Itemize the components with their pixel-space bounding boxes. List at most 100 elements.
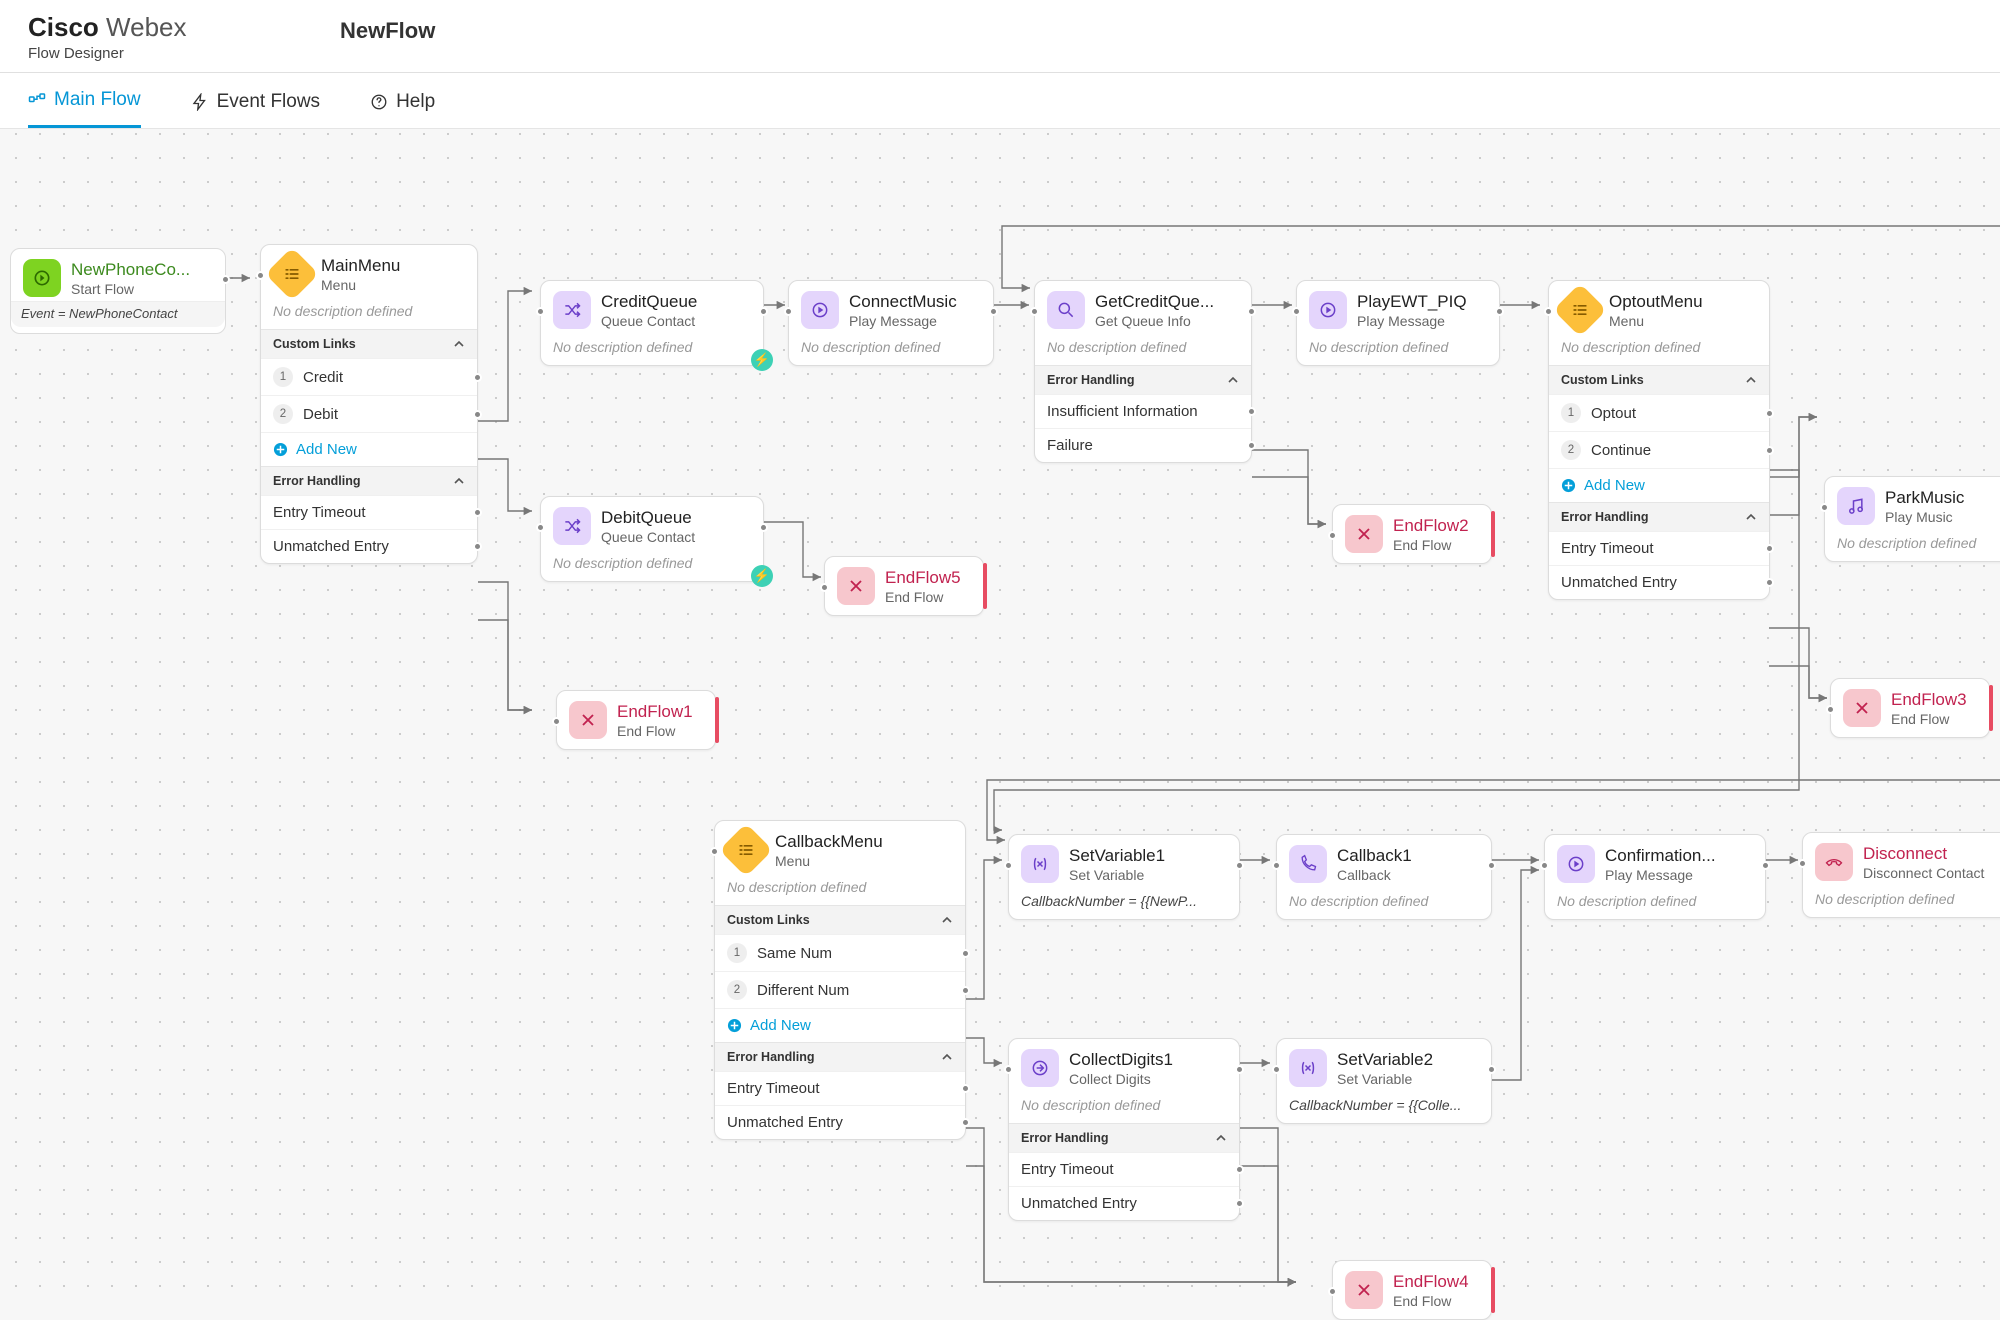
- section-error-handling[interactable]: Error Handling: [1549, 502, 1769, 531]
- error-entry-timeout[interactable]: Entry Timeout: [1009, 1152, 1239, 1186]
- link-debit[interactable]: 2Debit: [261, 395, 477, 432]
- node-confirmation[interactable]: Confirmation...Play Message No descripti…: [1544, 834, 1766, 920]
- mainmenu-title: MainMenu: [321, 256, 400, 276]
- section-error-handling[interactable]: Error Handling: [715, 1042, 965, 1071]
- link-same-num[interactable]: 1Same Num: [715, 934, 965, 971]
- error-insufficient[interactable]: Insufficient Information: [1035, 394, 1251, 428]
- close-icon: [1345, 1271, 1383, 1309]
- node-endflow3[interactable]: EndFlow3End Flow: [1830, 678, 1990, 738]
- node-creditqueue[interactable]: CreditQueueQueue Contact No description …: [540, 280, 764, 366]
- music-icon: [1837, 487, 1875, 525]
- getcredit-desc: No description defined: [1035, 339, 1251, 365]
- section-error-handling[interactable]: Error Handling: [261, 466, 477, 495]
- node-disconnect[interactable]: DisconnectDisconnect Contact No descript…: [1802, 832, 2000, 918]
- error-entry-timeout[interactable]: Entry Timeout: [261, 495, 477, 529]
- node-mainmenu[interactable]: MainMenuMenu No description defined Cust…: [260, 244, 478, 564]
- link-optout[interactable]: 1Optout: [1549, 394, 1769, 431]
- plus-icon: [1561, 478, 1576, 493]
- node-endflow2[interactable]: EndFlow2End Flow: [1332, 504, 1492, 564]
- link-credit[interactable]: 1Credit: [261, 358, 477, 395]
- flow-name: NewFlow: [340, 18, 435, 44]
- creditq-sub: Queue Contact: [601, 313, 697, 329]
- node-callback1[interactable]: Callback1Callback No description defined: [1276, 834, 1492, 920]
- plus-icon: [727, 1018, 742, 1033]
- creditq-desc: No description defined: [541, 339, 763, 365]
- node-connectmusic[interactable]: ConnectMusicPlay Message No description …: [788, 280, 994, 366]
- endflow1-title: EndFlow1: [617, 702, 693, 722]
- getcredit-title: GetCreditQue...: [1095, 292, 1214, 312]
- bolt-badge-icon: ⚡: [751, 565, 773, 587]
- setvar2-sub: Set Variable: [1337, 1071, 1433, 1087]
- disconnect-sub: Disconnect Contact: [1863, 865, 1984, 881]
- error-unmatched[interactable]: Unmatched Entry: [261, 529, 477, 563]
- menu-icon: [1553, 283, 1607, 337]
- close-icon: [1843, 689, 1881, 727]
- creditq-title: CreditQueue: [601, 292, 697, 312]
- error-unmatched[interactable]: Unmatched Entry: [1009, 1186, 1239, 1220]
- node-start-newphonecontact[interactable]: NewPhoneCo...Start Flow Event = NewPhone…: [10, 248, 226, 334]
- node-setvariable2[interactable]: SetVariable2Set Variable CallbackNumber …: [1276, 1038, 1492, 1124]
- close-icon: [569, 701, 607, 739]
- connectmusic-sub: Play Message: [849, 313, 957, 329]
- node-getcreditqueue[interactable]: GetCreditQue...Get Queue Info No descrip…: [1034, 280, 1252, 463]
- chevron-up-icon: [1227, 374, 1239, 386]
- node-playewt[interactable]: PlayEWT_PIQPlay Message No description d…: [1296, 280, 1500, 366]
- section-custom-links[interactable]: Custom Links: [715, 905, 965, 934]
- error-unmatched[interactable]: Unmatched Entry: [715, 1105, 965, 1139]
- search-icon: [1047, 291, 1085, 329]
- node-collectdigits[interactable]: CollectDigits1Collect Digits No descript…: [1008, 1038, 1240, 1221]
- shuffle-icon: [553, 507, 591, 545]
- endflow1-sub: End Flow: [617, 723, 693, 739]
- node-debitqueue[interactable]: DebitQueueQueue Contact No description d…: [540, 496, 764, 582]
- add-new-link[interactable]: Add New: [715, 1008, 965, 1042]
- mainmenu-desc: No description defined: [261, 303, 477, 329]
- node-endflow4[interactable]: EndFlow4End Flow: [1332, 1260, 1492, 1320]
- node-endflow5[interactable]: EndFlow5End Flow: [824, 556, 984, 616]
- error-unmatched[interactable]: Unmatched Entry: [1549, 565, 1769, 599]
- playewt-desc: No description defined: [1297, 339, 1499, 365]
- link-continue[interactable]: 2Continue: [1549, 431, 1769, 468]
- setvar1-title: SetVariable1: [1069, 846, 1165, 866]
- section-error-handling[interactable]: Error Handling: [1035, 365, 1251, 394]
- connectmusic-desc: No description defined: [789, 339, 993, 365]
- shuffle-icon: [553, 291, 591, 329]
- callback1-title: Callback1: [1337, 846, 1412, 866]
- parkmusic-sub: Play Music: [1885, 509, 1964, 525]
- tab-main-label: Main Flow: [54, 89, 141, 111]
- node-setvariable1[interactable]: SetVariable1Set Variable CallbackNumber …: [1008, 834, 1240, 920]
- bolt-badge-icon: ⚡: [751, 349, 773, 371]
- error-failure[interactable]: Failure: [1035, 428, 1251, 462]
- variable-icon: [1289, 1049, 1327, 1087]
- parkmusic-title: ParkMusic: [1885, 488, 1964, 508]
- optout-sub: Menu: [1609, 313, 1703, 329]
- confirmation-sub: Play Message: [1605, 867, 1716, 883]
- error-entry-timeout[interactable]: Entry Timeout: [715, 1071, 965, 1105]
- getcredit-sub: Get Queue Info: [1095, 313, 1214, 329]
- playewt-sub: Play Message: [1357, 313, 1467, 329]
- collectdigits-title: CollectDigits1: [1069, 1050, 1173, 1070]
- chevron-up-icon: [941, 914, 953, 926]
- node-optoutmenu[interactable]: OptoutMenuMenu No description defined Cu…: [1548, 280, 1770, 600]
- add-new-link[interactable]: Add New: [1549, 468, 1769, 502]
- node-parkmusic[interactable]: ParkMusicPlay Music No description defin…: [1824, 476, 2000, 562]
- endflow4-sub: End Flow: [1393, 1293, 1469, 1309]
- node-endflow1[interactable]: EndFlow1End Flow: [556, 690, 716, 750]
- section-error-handling[interactable]: Error Handling: [1009, 1123, 1239, 1152]
- app-header: Cisco Webex Flow Designer NewFlow: [0, 0, 2000, 73]
- endflow5-title: EndFlow5: [885, 568, 961, 588]
- setvar1-expr: CallbackNumber = {{NewP...: [1009, 893, 1239, 919]
- debitq-sub: Queue Contact: [601, 529, 695, 545]
- section-custom-links[interactable]: Custom Links: [1549, 365, 1769, 394]
- confirmation-desc: No description defined: [1545, 893, 1765, 919]
- canvas[interactable]: NewPhoneCo...Start Flow Event = NewPhone…: [0, 120, 2000, 1292]
- chevron-up-icon: [1745, 511, 1757, 523]
- setvar2-expr: CallbackNumber = {{Colle...: [1277, 1097, 1491, 1123]
- link-different-num[interactable]: 2Different Num: [715, 971, 965, 1008]
- confirmation-title: Confirmation...: [1605, 846, 1716, 866]
- error-entry-timeout[interactable]: Entry Timeout: [1549, 531, 1769, 565]
- endflow4-title: EndFlow4: [1393, 1272, 1469, 1292]
- section-custom-links[interactable]: Custom Links: [261, 329, 477, 358]
- add-new-link[interactable]: Add New: [261, 432, 477, 466]
- node-callbackmenu[interactable]: CallbackMenuMenu No description defined …: [714, 820, 966, 1140]
- phone-icon: [1289, 845, 1327, 883]
